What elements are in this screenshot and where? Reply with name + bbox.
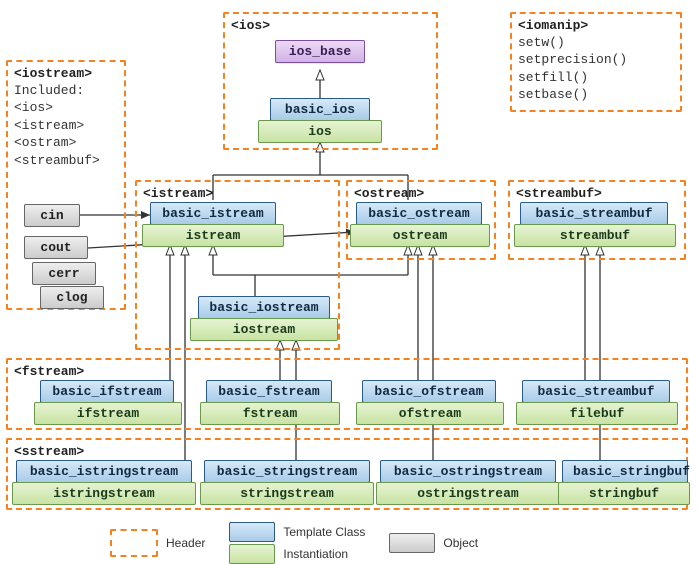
class-basic-stringstream: basic_stringstream — [204, 460, 370, 483]
inst-ofstream: ofstream — [356, 402, 504, 425]
object-cout: cout — [24, 236, 88, 259]
inst-filebuf: filebuf — [516, 402, 678, 425]
class-basic-ostream: basic_ostream — [356, 202, 482, 225]
header-iomanip-label: <iomanip> — [518, 18, 674, 34]
header-ios-label: <ios> — [231, 18, 430, 34]
legend: Header Template Class Instantiation Obje… — [110, 522, 494, 564]
inst-ostringstream: ostringstream — [376, 482, 560, 505]
class-basic-iostream: basic_iostream — [198, 296, 330, 319]
header-ostream-label: <ostream> — [354, 186, 488, 202]
class-basic-istream: basic_istream — [150, 202, 276, 225]
inst-ifstream: ifstream — [34, 402, 182, 425]
inst-stringstream: stringstream — [200, 482, 374, 505]
header-fstream-label: <fstream> — [14, 364, 680, 380]
legend-template-label: Template Class — [283, 525, 365, 539]
legend-instantiation-label: Instantiation — [283, 547, 348, 561]
iomanip-line-0: setw() — [518, 34, 674, 52]
class-basic-filebuf: basic_streambuf — [522, 380, 670, 403]
header-iomanip: <iomanip> setw() setprecision() setfill(… — [510, 12, 682, 112]
legend-object-label: Object — [443, 536, 478, 550]
inst-istringstream: istringstream — [12, 482, 196, 505]
iomanip-line-2: setfill() — [518, 69, 674, 87]
inst-stringbuf: stringbuf — [558, 482, 690, 505]
iostream-inc-3: <streambuf> — [14, 152, 118, 170]
class-basic-ifstream: basic_ifstream — [40, 380, 174, 403]
iostream-inc-1: <istream> — [14, 117, 118, 135]
iomanip-line-3: setbase() — [518, 86, 674, 104]
inst-iostream: iostream — [190, 318, 338, 341]
legend-header-label: Header — [166, 536, 205, 550]
iostream-inc-0: <ios> — [14, 99, 118, 117]
object-cin: cin — [24, 204, 80, 227]
header-sstream-label: <sstream> — [14, 444, 680, 460]
inst-ios: ios — [258, 120, 382, 143]
inst-fstream: fstream — [200, 402, 340, 425]
object-cerr: cerr — [32, 262, 96, 285]
iostream-inc-2: <ostram> — [14, 134, 118, 152]
class-basic-streambuf: basic_streambuf — [520, 202, 668, 225]
class-basic-stringbuf: basic_stringbuf — [562, 460, 688, 483]
iostream-included-label: Included: — [14, 82, 118, 100]
class-basic-ofstream: basic_ofstream — [362, 380, 496, 403]
class-ios-base: ios_base — [275, 40, 365, 63]
header-streambuf-label: <streambuf> — [516, 186, 678, 202]
class-basic-ios: basic_ios — [270, 98, 370, 121]
inst-istream: istream — [142, 224, 284, 247]
class-basic-istringstream: basic_istringstream — [16, 460, 192, 483]
iomanip-line-1: setprecision() — [518, 51, 674, 69]
header-istream-label: <istream> — [143, 186, 332, 202]
header-iostream-label: <iostream> — [14, 66, 118, 82]
legend-header-swatch — [110, 529, 158, 557]
legend-template-swatch — [229, 522, 275, 542]
diagram-canvas: <ios> ios_base basic_ios ios <iomanip> s… — [0, 0, 699, 560]
class-basic-fstream: basic_fstream — [206, 380, 332, 403]
class-basic-ostringstream: basic_ostringstream — [380, 460, 556, 483]
legend-object-swatch — [389, 533, 435, 553]
legend-instantiation-swatch — [229, 544, 275, 564]
inst-ostream: ostream — [350, 224, 490, 247]
inst-streambuf: streambuf — [514, 224, 676, 247]
object-clog: clog — [40, 286, 104, 309]
